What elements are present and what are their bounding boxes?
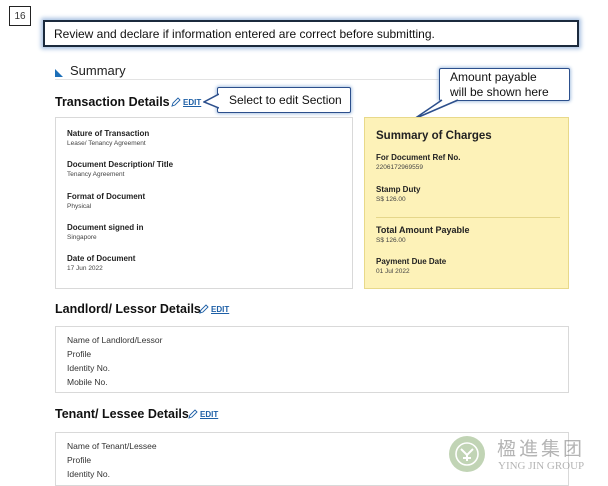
edit-section-callout: Select to edit Section xyxy=(217,87,351,113)
charges-divider xyxy=(376,217,560,218)
landlord-field-mobile: Mobile No. xyxy=(67,377,108,387)
transaction-edit-link[interactable]: EDIT xyxy=(171,97,201,107)
field-date-of-document: Date of Document 17 Jun 2022 xyxy=(67,254,135,273)
tenant-field-name: Name of Tenant/Lessee xyxy=(67,441,157,451)
callout-payable-line1: Amount payable xyxy=(450,70,537,84)
payment-due-field: Payment Due Date 01 Jul 2022 xyxy=(376,257,446,276)
doc-ref-label: For Document Ref No. xyxy=(376,153,461,162)
instruction-text: Review and declare if information entere… xyxy=(54,26,435,41)
total-payable-field: Total Amount Payable S$ 126.00 xyxy=(376,224,470,245)
doc-ref-field: For Document Ref No. 2206172969559 xyxy=(376,153,460,172)
field-label: Document Description/ Title xyxy=(67,160,174,169)
edit-label: EDIT xyxy=(183,97,202,107)
field-label: Format of Document xyxy=(67,192,146,201)
callout-pointer-left xyxy=(203,93,219,109)
landlord-field-identity: Identity No. xyxy=(67,363,110,373)
tenant-edit-link[interactable]: EDIT xyxy=(188,409,218,419)
transaction-details-title: Transaction Details xyxy=(55,95,170,109)
field-value: Tenancy Agreement xyxy=(67,171,125,178)
landlord-field-name: Name of Landlord/Lessor xyxy=(67,335,163,345)
tenant-field-identity: Identity No. xyxy=(67,469,110,479)
pencil-icon xyxy=(188,409,198,419)
edit-label: EDIT xyxy=(211,304,230,314)
field-label: Date of Document xyxy=(67,254,136,263)
landlord-field-list: Name of Landlord/Lessor Profile Identity… xyxy=(67,333,162,389)
logo-emblem-icon xyxy=(455,442,479,466)
field-value: Lease/ Tenancy Agreement xyxy=(67,140,146,147)
field-label: Nature of Transaction xyxy=(67,129,150,138)
landlord-edit-link[interactable]: EDIT xyxy=(199,304,229,314)
stamp-duty-field: Stamp Duty S$ 126.00 xyxy=(376,185,420,204)
stamp-duty-value: S$ 126.00 xyxy=(376,196,406,203)
pencil-icon xyxy=(171,97,181,107)
field-document-signed-in: Document signed in Singapore xyxy=(67,223,143,242)
summary-of-charges-card: Summary of Charges For Document Ref No. … xyxy=(364,117,569,289)
stamp-duty-label: Stamp Duty xyxy=(376,185,421,194)
field-document-description: Document Description/ Title Tenancy Agre… xyxy=(67,160,173,179)
landlord-details-title: Landlord/ Lessor Details xyxy=(55,302,201,316)
charges-title: Summary of Charges xyxy=(376,130,492,142)
doc-ref-value: 2206172969559 xyxy=(376,164,423,171)
field-format-of-document: Format of Document Physical xyxy=(67,192,145,211)
ying-jin-watermark-logo: 楹進集团 YING JIN GROUP xyxy=(449,434,607,478)
field-value: Singapore xyxy=(67,234,97,241)
instruction-banner: Review and declare if information entere… xyxy=(43,20,579,47)
logo-english-text: YING JIN GROUP xyxy=(498,460,585,472)
payment-due-value: 01 Jul 2022 xyxy=(376,268,410,275)
tenant-field-profile: Profile xyxy=(67,455,92,465)
tenant-details-title: Tenant/ Lessee Details xyxy=(55,407,189,421)
pencil-icon xyxy=(199,304,209,314)
field-value: 17 Jun 2022 xyxy=(67,265,103,272)
summary-heading: Summary xyxy=(70,63,126,78)
field-value: Physical xyxy=(67,203,92,210)
tenant-field-list: Name of Tenant/Lessee Profile Identity N… xyxy=(67,439,157,481)
collapse-triangle-icon[interactable] xyxy=(55,69,63,77)
amount-payable-callout: Amount payable will be shown here xyxy=(439,68,570,101)
landlord-details-card: Name of Landlord/Lessor Profile Identity… xyxy=(55,326,569,393)
edit-label: EDIT xyxy=(200,409,219,419)
payment-due-label: Payment Due Date xyxy=(376,257,447,266)
callout-edit-text: Select to edit Section xyxy=(229,93,342,107)
transaction-details-card: Nature of Transaction Lease/ Tenancy Agr… xyxy=(55,117,353,289)
field-nature-of-transaction: Nature of Transaction Lease/ Tenancy Agr… xyxy=(67,129,149,148)
logo-mark-icon xyxy=(449,436,485,472)
callout-payable-line2: will be shown here xyxy=(450,85,549,99)
step-number-box: 16 xyxy=(9,6,31,26)
landlord-field-profile: Profile xyxy=(67,349,92,359)
total-payable-value: S$ 126.00 xyxy=(376,237,406,244)
total-payable-label: Total Amount Payable xyxy=(376,225,470,235)
field-label: Document signed in xyxy=(67,223,144,232)
logo-chinese-text: 楹進集团 xyxy=(497,438,586,460)
